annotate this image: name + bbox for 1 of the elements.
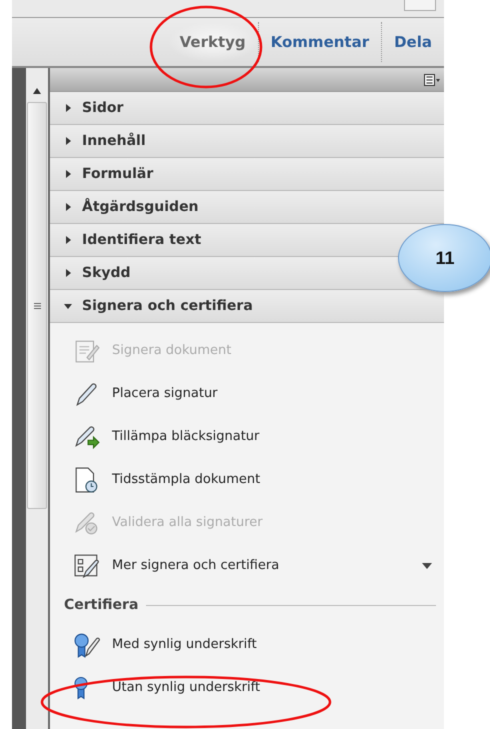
group-heading: Certifiera: [64, 597, 138, 613]
